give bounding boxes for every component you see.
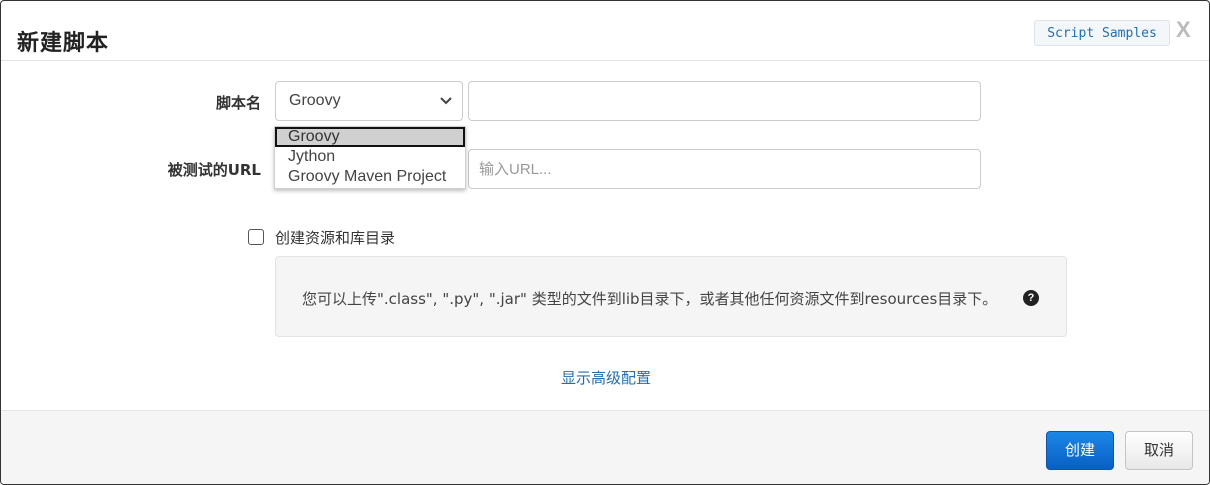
dialog-footer: 创建 取消 — [1, 410, 1209, 484]
create-button[interactable]: 创建 — [1046, 431, 1114, 470]
script-name-input[interactable] — [468, 81, 981, 121]
create-resources-label[interactable]: 创建资源和库目录 — [275, 227, 395, 248]
script-samples-button[interactable]: Script Samples — [1034, 20, 1170, 46]
close-icon[interactable]: X — [1176, 17, 1191, 43]
advanced-link-text[interactable]: 显示高级配置 — [561, 369, 651, 387]
language-option-jython[interactable]: Jython — [275, 147, 465, 167]
language-option-groovy-maven[interactable]: Groovy Maven Project — [275, 167, 465, 187]
script-name-label: 脚本名 — [215, 94, 261, 112]
language-select[interactable]: Groovy — [275, 81, 463, 121]
upload-info-box: 您可以上传".class", ".py", ".jar" 类型的文件到lib目录… — [275, 256, 1067, 337]
language-select-value: Groovy — [289, 92, 341, 109]
upload-info-text: 您可以上传".class", ".py", ".jar" 类型的文件到lib目录… — [302, 290, 998, 308]
language-dropdown-list: Groovy Jython Groovy Maven Project — [274, 126, 466, 189]
show-advanced-config-link[interactable]: 显示高级配置 — [1, 367, 1209, 388]
question-circle-icon[interactable]: ? — [1023, 290, 1039, 306]
new-script-dialog: 新建脚本 Script Samples X 脚本名 Groovy 被测试的URL… — [0, 0, 1210, 485]
chevron-down-icon — [440, 97, 452, 105]
dialog-header: 新建脚本 Script Samples X — [1, 1, 1209, 61]
language-option-groovy[interactable]: Groovy — [275, 127, 465, 147]
dialog-title: 新建脚本 — [17, 31, 110, 56]
cancel-button[interactable]: 取消 — [1125, 431, 1193, 470]
url-input[interactable] — [468, 149, 981, 189]
create-resources-checkbox[interactable] — [248, 229, 264, 245]
url-label: 被测试的URL — [167, 161, 261, 179]
